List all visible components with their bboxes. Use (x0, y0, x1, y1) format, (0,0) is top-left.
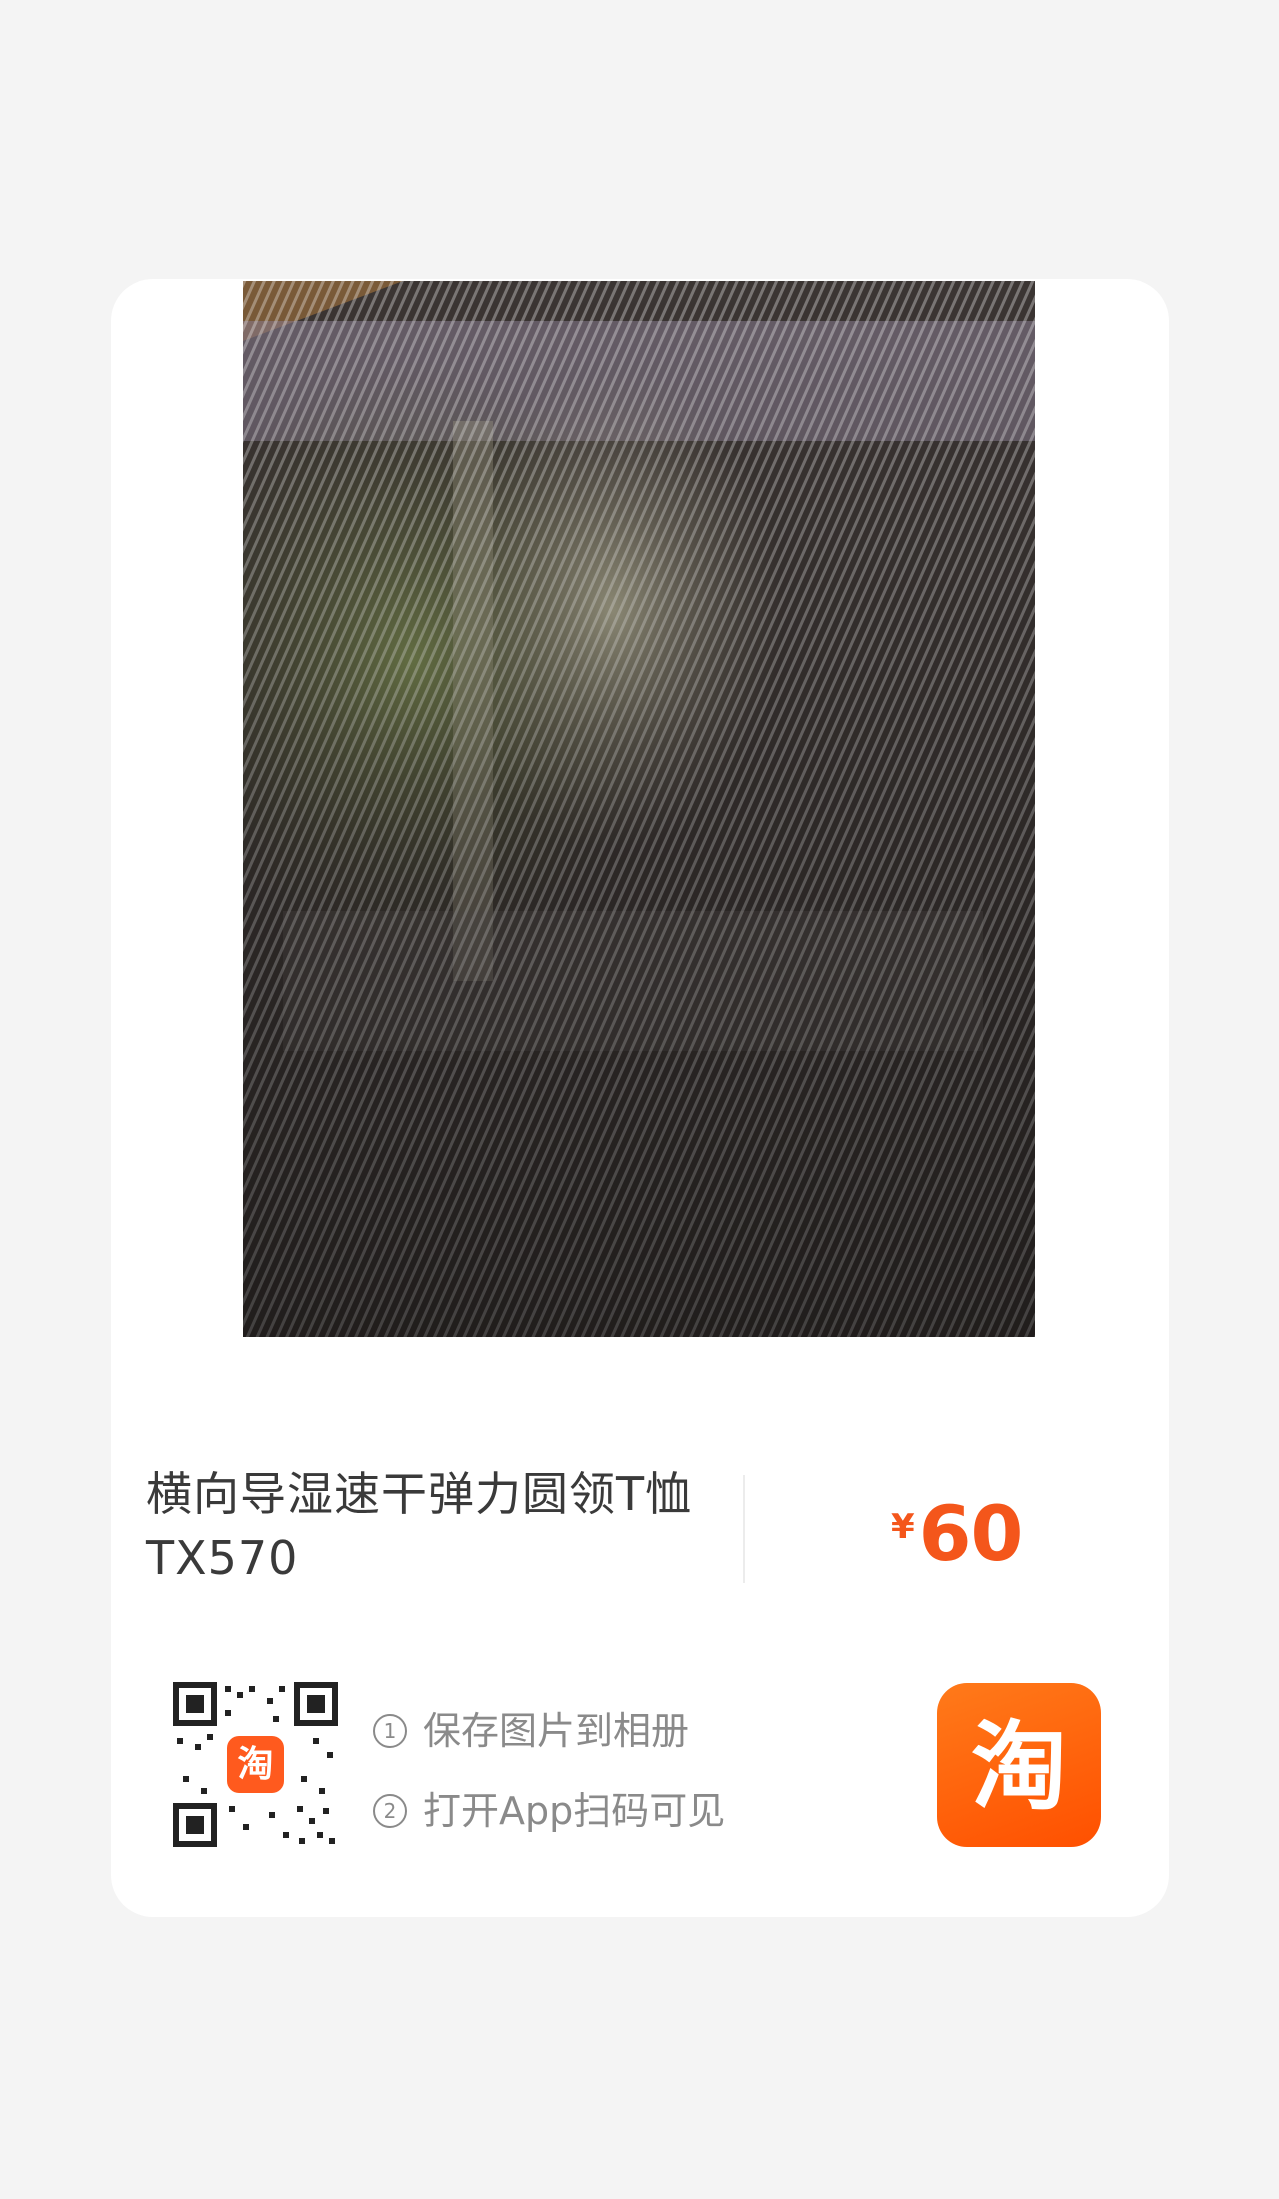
step-save-image: 1 保存图片到相册 (373, 1691, 725, 1771)
fabric-closeup-image (243, 281, 1035, 1337)
step-text: 打开App扫码可见 (423, 1789, 726, 1833)
product-title-line2: TX570 (146, 1531, 299, 1585)
step-number: 2 (373, 1794, 407, 1828)
product-title[interactable]: 横向导湿速干弹力圆领T恤 TX570 (146, 1462, 716, 1590)
product-title-line1: 横向导湿速干弹力圆领T恤 (146, 1467, 693, 1521)
step-text: 保存图片到相册 (423, 1709, 690, 1753)
step-number: 1 (373, 1714, 407, 1748)
divider (743, 1475, 745, 1583)
product-photo[interactable] (243, 281, 1035, 1337)
price: ¥60 (891, 1489, 1024, 1578)
app-logo-label: 淘 (971, 1711, 1067, 1820)
price-value: 60 (918, 1489, 1024, 1578)
scan-instructions: 1 保存图片到相册 2 打开App扫码可见 (373, 1691, 725, 1851)
price-currency: ¥ (891, 1507, 915, 1547)
step-open-app: 2 打开App扫码可见 (373, 1771, 725, 1851)
share-card: 横向导湿速干弹力圆领T恤 TX570 ¥60 淘 1 保存图片到相册 2 打开A… (111, 279, 1169, 1917)
qr-code-icon[interactable]: 淘 (173, 1682, 338, 1847)
taobao-app-icon[interactable]: 淘 (937, 1683, 1101, 1847)
qr-badge-label: 淘 (237, 1744, 273, 1785)
